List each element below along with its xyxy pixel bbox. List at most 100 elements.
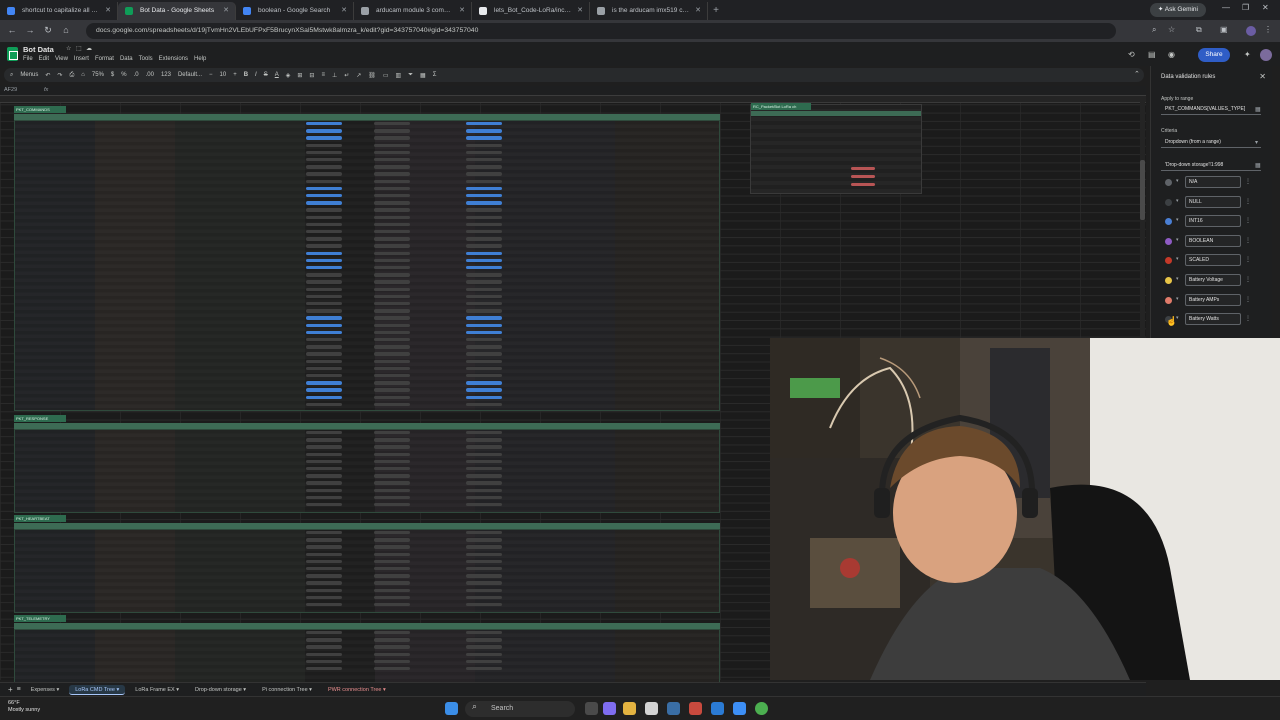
menu-item[interactable]: File — [23, 56, 33, 62]
option-value-input[interactable]: N/A — [1185, 176, 1241, 188]
drag-handle-icon[interactable]: ⋮ — [1245, 237, 1251, 244]
dropdown-chip[interactable] — [466, 659, 502, 664]
dropdown-chip[interactable] — [374, 244, 410, 248]
dropdown-chip[interactable] — [466, 122, 502, 126]
text-color-icon[interactable]: A — [275, 72, 279, 78]
menu-item[interactable]: Extensions — [159, 56, 188, 62]
dropdown-chip[interactable] — [306, 567, 342, 571]
dropdown-chip[interactable] — [466, 150, 502, 155]
drag-handle-icon[interactable]: ⋮ — [1245, 315, 1251, 322]
task-view-icon[interactable] — [585, 702, 598, 715]
dropdown-chip[interactable] — [466, 388, 502, 392]
dropdown-chip[interactable] — [466, 431, 502, 435]
dropdown-chip[interactable] — [374, 143, 410, 147]
dropdown-chip[interactable] — [374, 266, 410, 270]
minimize-icon[interactable]: — — [1222, 3, 1230, 12]
table-body[interactable] — [14, 429, 720, 513]
menu-item[interactable]: View — [55, 56, 68, 62]
sheet-tab[interactable]: PWR connection Tree ▾ — [322, 685, 392, 695]
dropdown-chip[interactable] — [306, 258, 342, 263]
dropdown-chip[interactable] — [374, 474, 410, 478]
dropdown-chip[interactable] — [466, 302, 502, 306]
dropdown-chip[interactable] — [466, 143, 502, 147]
dropdown-chip[interactable] — [374, 481, 410, 485]
bookmark-star-icon[interactable]: ☆ — [1168, 25, 1175, 34]
color-caret-icon[interactable]: ▾ — [1176, 276, 1179, 282]
packet-table-title[interactable]: RC_Packet/Bot LoRa ch — [751, 103, 811, 110]
drag-handle-icon[interactable]: ⋮ — [1245, 276, 1251, 283]
dropdown-chip[interactable] — [306, 531, 342, 535]
dropdown-chip[interactable] — [374, 222, 410, 227]
dropdown-option-row[interactable]: ▾ NULL ⋮ — [1165, 195, 1261, 208]
dropdown-option-row[interactable]: ▾ BOOLEAN ⋮ — [1165, 234, 1261, 247]
dropdown-chip[interactable] — [466, 459, 502, 464]
decimal-increase-icon[interactable]: .00 — [146, 72, 154, 78]
dropdown-chip[interactable] — [374, 172, 410, 176]
menu-item[interactable]: Data — [120, 56, 133, 62]
dropdown-chip[interactable] — [466, 165, 502, 169]
option-value-input[interactable]: Battery Watts — [1185, 313, 1241, 326]
side-panel-icon[interactable]: ▣ — [1220, 25, 1228, 34]
filter-icon[interactable]: ⏷ — [408, 72, 413, 79]
dropdown-chip[interactable] — [374, 588, 410, 592]
dropdown-chip[interactable] — [374, 208, 410, 212]
browser-tab[interactable]: is the arducam imx519 compati ✕ — [590, 2, 708, 20]
table-pkt-telemetry[interactable]: PKT_TELEMETRY — [14, 615, 720, 683]
new-tab-button[interactable]: + — [708, 2, 724, 20]
dropdown-chip[interactable] — [466, 395, 502, 399]
meet-icon[interactable]: ◉ — [1168, 50, 1175, 59]
dropdown-chip[interactable] — [306, 165, 342, 169]
dropdown-chip[interactable] — [306, 237, 342, 241]
dropdown-chip[interactable] — [374, 531, 410, 535]
dropdown-chip[interactable] — [374, 129, 410, 133]
redo-icon[interactable]: ↷ — [57, 72, 62, 79]
dropdown-chip[interactable] — [306, 179, 342, 183]
dropdown-chip[interactable] — [466, 595, 502, 600]
drag-handle-icon[interactable]: ⋮ — [1245, 198, 1251, 205]
name-box[interactable]: AF29 — [4, 87, 17, 93]
share-button[interactable]: Share — [1198, 48, 1230, 62]
start-icon[interactable] — [445, 702, 458, 715]
dropdown-chip[interactable] — [374, 374, 410, 378]
close-tab-icon[interactable]: ✕ — [459, 2, 465, 20]
dropdown-chip[interactable] — [466, 374, 502, 378]
dropdown-chip[interactable] — [466, 366, 502, 371]
table-pkt-heartbeat[interactable]: PKT_HEARTBEAT — [14, 515, 720, 613]
dropdown-chip[interactable] — [306, 122, 342, 126]
dropdown-chip[interactable] — [306, 388, 342, 392]
browser-tab[interactable]: shortcut to capitalize all letters ✕ — [0, 2, 118, 20]
dropdown-chip[interactable] — [374, 136, 410, 140]
dropdown-chip[interactable] — [374, 165, 410, 169]
dropdown-chip[interactable] — [374, 659, 410, 664]
dropdown-chip[interactable] — [306, 667, 342, 671]
dropdown-chip[interactable] — [374, 251, 410, 255]
history-icon[interactable]: ⟲ — [1128, 50, 1135, 59]
table-title[interactable]: PKT_RESPONSE — [14, 415, 66, 422]
dropdown-chip[interactable] — [374, 495, 410, 500]
dropdown-option-row[interactable]: ▾ INT16 ⋮ — [1165, 215, 1261, 228]
dropdown-chip[interactable] — [306, 366, 342, 371]
dropdown-chip[interactable] — [306, 581, 342, 585]
criteria-select[interactable]: Dropdown (from a range) — [1161, 137, 1261, 148]
address-bar[interactable]: docs.google.com/spreadsheets/d/19jTvmHn2… — [86, 23, 1116, 39]
dropdown-chip[interactable] — [306, 452, 342, 456]
dropdown-chip[interactable] — [306, 438, 342, 442]
dropdown-chip[interactable] — [466, 352, 502, 356]
dropdown-chip[interactable] — [466, 222, 502, 227]
profile-avatar[interactable] — [1246, 26, 1256, 36]
dropdown-chip[interactable] — [466, 495, 502, 500]
dropdown-chip[interactable] — [306, 359, 342, 363]
dropdown-option-row[interactable]: ▾ SCALED ⋮ — [1165, 254, 1261, 267]
option-color-swatch[interactable] — [1165, 218, 1172, 226]
dropdown-chip[interactable] — [374, 201, 410, 205]
dropdown-chip[interactable] — [374, 330, 410, 335]
dropdown-chip[interactable] — [306, 208, 342, 212]
dropdown-chip[interactable] — [306, 638, 342, 642]
document-title[interactable]: Bot Data — [23, 45, 54, 54]
dropdown-chip[interactable] — [466, 273, 502, 277]
close-tab-icon[interactable]: ✕ — [223, 2, 229, 20]
dropdown-chip[interactable] — [466, 237, 502, 241]
functions-icon[interactable]: Σ — [433, 72, 437, 78]
dropdown-chip[interactable] — [306, 136, 342, 140]
dropdown-chip[interactable] — [466, 309, 502, 313]
